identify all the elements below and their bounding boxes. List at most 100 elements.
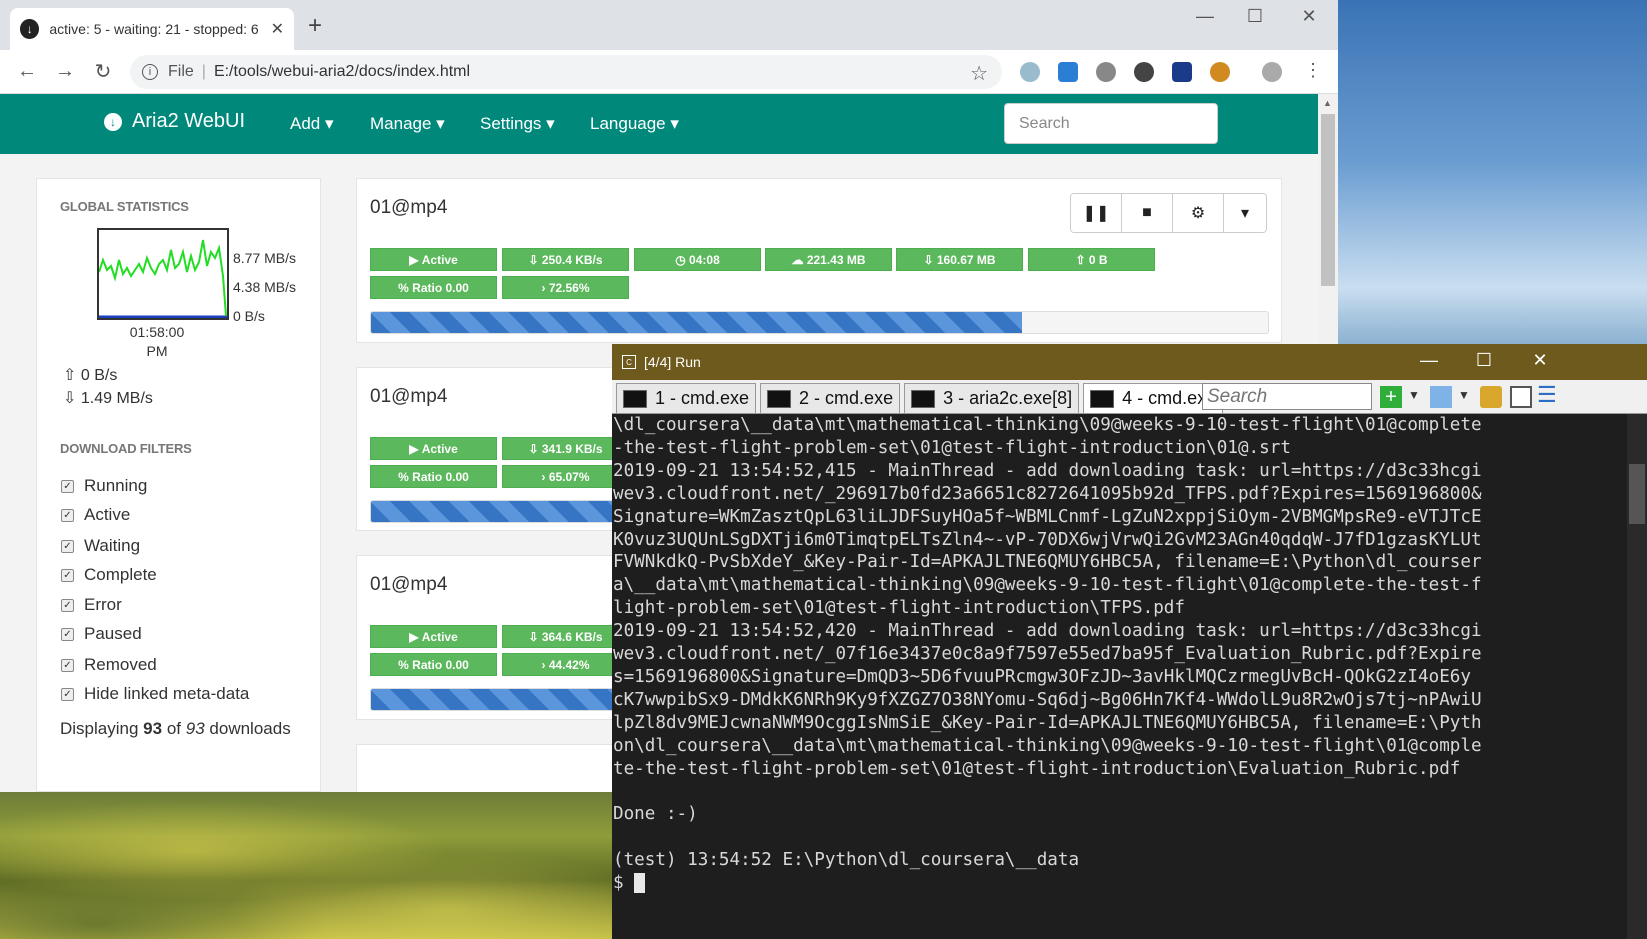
filter-waiting[interactable]: ✓ Waiting: [61, 536, 140, 556]
close-window-icon[interactable]: ✕: [1284, 6, 1334, 27]
terminal-scroll-thumb[interactable]: [1629, 464, 1645, 524]
minimize-icon[interactable]: —: [1404, 350, 1454, 371]
back-arrow-icon[interactable]: ←: [8, 60, 46, 83]
terminal-line: wev3.cloudfront.net/_07f16e3437e0c8a9f75…: [613, 644, 1482, 665]
terminal-line: Done :-): [613, 804, 698, 825]
address-bar[interactable]: i File | E:/tools/webui-aria2/docs/index…: [130, 55, 1002, 89]
extension-icon-4[interactable]: [1134, 62, 1154, 82]
scroll-up-icon[interactable]: ▲: [1323, 98, 1332, 108]
terminal-tab-2[interactable]: 2 - cmd.exe: [760, 383, 901, 413]
terminal-app-icon: C: [622, 355, 636, 369]
download-name: 01@mp4: [370, 574, 448, 595]
more-dropdown-button[interactable]: ▾: [1224, 194, 1266, 232]
graph-label-mid: 4.38 MB/s: [233, 279, 297, 295]
lock-icon[interactable]: [1480, 386, 1502, 408]
chevron-down-icon[interactable]: ▼: [1458, 388, 1470, 402]
upload-speed: ⇧ 0 B/s: [63, 367, 118, 384]
checkbox[interactable]: ✓: [61, 479, 74, 493]
terminal-tab-3[interactable]: 3 - aria2c.exe[8]: [904, 383, 1080, 413]
filter-paused[interactable]: ✓ Paused: [61, 624, 142, 644]
tab-title: active: 5 - waiting: 21 - stopped: 6: [49, 21, 259, 37]
displaying-count: Displaying 93 of 93 downloads: [60, 719, 291, 738]
filter-complete[interactable]: ✓ Complete: [61, 565, 157, 585]
filter-hide-linked-meta-data[interactable]: ✓ Hide linked meta-data: [61, 684, 249, 704]
pause-button[interactable]: ❚❚: [1071, 194, 1122, 232]
download-card[interactable]: 01@mp4 ❚❚ ■ ⚙ ▾ ▶ Active ⇩ 250.4 KB/s ◷ …: [356, 178, 1282, 343]
bookmark-star-icon[interactable]: ☆: [970, 61, 988, 86]
maximize-icon[interactable]: ☐: [1230, 6, 1280, 27]
extension-icon-3[interactable]: [1096, 62, 1116, 82]
browser-tab[interactable]: ↓ active: 5 - waiting: 21 - stopped: 6 ✕: [10, 8, 294, 50]
checkbox[interactable]: ✓: [61, 508, 74, 522]
new-console-plus-icon[interactable]: +: [1380, 386, 1402, 408]
graph-label-min: 0 B/s: [233, 308, 265, 324]
extension-icon-6[interactable]: [1210, 62, 1230, 82]
stop-button[interactable]: ■: [1122, 194, 1173, 232]
checkbox[interactable]: ✓: [61, 598, 74, 612]
checkbox[interactable]: ✓: [61, 568, 74, 582]
minimize-icon[interactable]: —: [1180, 6, 1230, 27]
reload-icon[interactable]: ↻: [84, 59, 122, 84]
extension-icon-2[interactable]: [1058, 62, 1078, 82]
search-input[interactable]: [1004, 103, 1218, 144]
filter-running[interactable]: ✓ Running: [61, 476, 147, 496]
profile-avatar-icon[interactable]: [1262, 62, 1282, 82]
terminal-line: 2019-09-21 13:54:52,415 - MainThread - a…: [613, 460, 1482, 481]
menu-settings[interactable]: Settings ▾: [480, 114, 555, 134]
status-badge: ▶ Active: [370, 248, 497, 271]
percent-badge: › 44.42%: [502, 653, 629, 676]
checkbox[interactable]: ✓: [61, 627, 74, 641]
graph-label-max: 8.77 MB/s: [233, 250, 297, 266]
window-list-icon[interactable]: [1430, 386, 1452, 408]
terminal-prompt-line: $: [613, 872, 1552, 895]
new-tab-button[interactable]: +: [308, 12, 322, 40]
filter-active[interactable]: ✓ Active: [61, 505, 130, 525]
chevron-down-icon[interactable]: ▼: [1408, 388, 1420, 402]
size-badge: ☁ 221.43 MB: [765, 248, 892, 271]
terminal-titlebar: C [4/4] Run — ☐ ✕: [612, 344, 1647, 380]
maximize-icon[interactable]: ☐: [1459, 350, 1509, 371]
close-tab-icon[interactable]: ✕: [271, 19, 284, 39]
forward-arrow-icon[interactable]: →: [46, 60, 84, 83]
uploaded-badge: ⇧ 0 B: [1028, 248, 1155, 271]
menu-language[interactable]: Language ▾: [590, 114, 679, 134]
filter-removed[interactable]: ✓ Removed: [61, 655, 157, 675]
speed-badge: ⇩ 341.9 KB/s: [502, 437, 629, 460]
info-icon[interactable]: i: [142, 64, 158, 80]
terminal-tab-1[interactable]: 1 - cmd.exe: [616, 383, 757, 413]
app-brand[interactable]: ↓ Aria2 WebUI: [104, 110, 245, 133]
extension-icon-1[interactable]: [1020, 62, 1040, 82]
terminal-search-input[interactable]: [1202, 383, 1372, 410]
close-window-icon[interactable]: ✕: [1515, 350, 1565, 371]
hamburger-menu-icon[interactable]: ☰: [1537, 382, 1557, 408]
terminal-line: wev3.cloudfront.net/_296917b0fd23a6651c8…: [613, 483, 1482, 504]
terminal-line: te-the-test-flight-problem-set\01@test-f…: [613, 758, 1461, 779]
kebab-menu-icon[interactable]: ⋮: [1304, 60, 1322, 81]
download-line: [98, 239, 227, 317]
terminal-title: [4/4] Run: [644, 354, 701, 370]
scroll-thumb[interactable]: [1321, 114, 1335, 286]
split-icon[interactable]: [1510, 386, 1532, 408]
status-badge: ▶ Active: [370, 625, 497, 648]
tab-strip: ↓ active: 5 - waiting: 21 - stopped: 6 ✕…: [0, 0, 1338, 50]
ratio-badge: % Ratio 0.00: [370, 653, 497, 676]
menu-add[interactable]: Add ▾: [290, 114, 334, 134]
extension-icon-5[interactable]: [1172, 62, 1192, 82]
progress-fill: [371, 312, 1022, 333]
terminal-scrollbar[interactable]: [1627, 414, 1647, 939]
brand-title: Aria2 WebUI: [132, 110, 246, 132]
checkbox[interactable]: ✓: [61, 539, 74, 553]
filter-error[interactable]: ✓ Error: [61, 595, 122, 615]
console-icon: [623, 389, 647, 408]
downloaded-badge: ⇩ 160.67 MB: [896, 248, 1023, 271]
download-icon: ↓: [104, 112, 122, 131]
speed-graph: [97, 228, 229, 320]
checkbox[interactable]: ✓: [61, 687, 74, 701]
checkbox[interactable]: ✓: [61, 658, 74, 672]
menu-manage[interactable]: Manage ▾: [370, 114, 445, 134]
url-text: E:/tools/webui-aria2/docs/index.html: [213, 63, 471, 80]
settings-gear-icon[interactable]: ⚙: [1173, 194, 1224, 232]
terminal-output[interactable]: \dl_coursera\__data\mt\mathematical-thin…: [612, 414, 1552, 939]
terminal-line: Signature=WKmZasztQpL63liLJDFSuyHOa5f~WB…: [613, 506, 1482, 527]
